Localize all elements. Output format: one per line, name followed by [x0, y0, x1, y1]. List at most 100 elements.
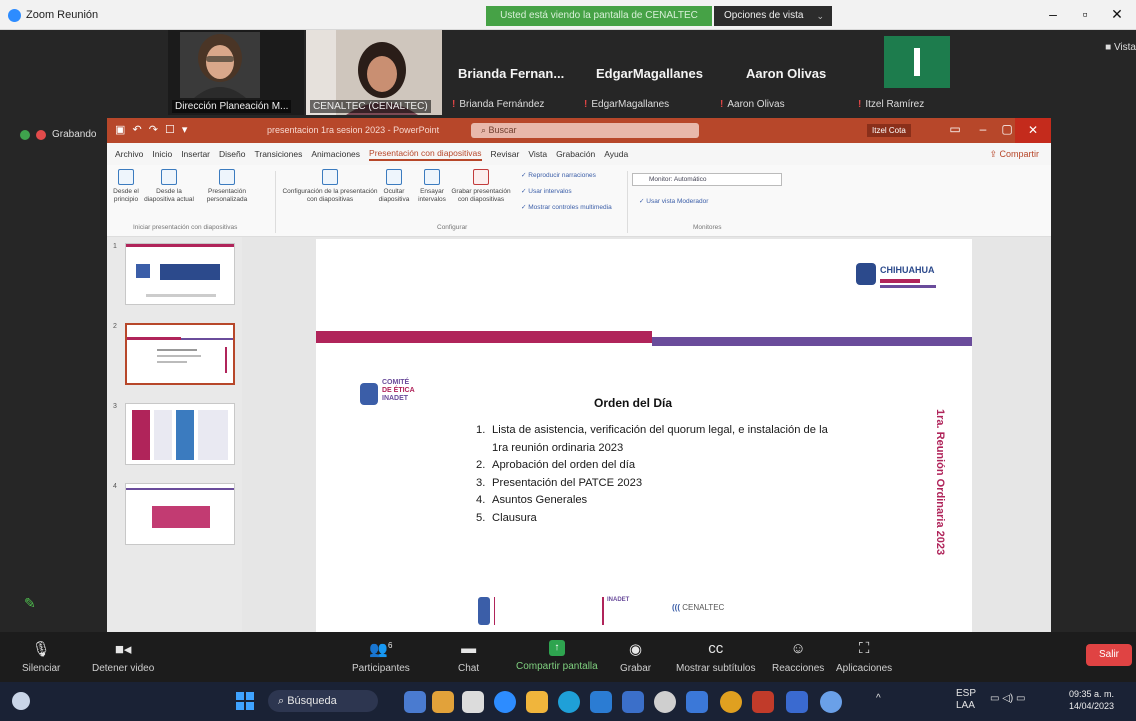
- mail-icon[interactable]: [590, 691, 612, 713]
- slide-thumbnail-4[interactable]: [125, 483, 235, 545]
- chat-button[interactable]: ▬ Chat: [458, 640, 479, 674]
- play-narrations-check[interactable]: ✓ Reproducir narraciones: [521, 171, 596, 179]
- tab-grabacion[interactable]: Grabación: [556, 149, 595, 159]
- ribbon-group-start: Iniciar presentación con diapositivas: [133, 224, 238, 231]
- participant-tile-1[interactable]: Dirección Planeación M...: [168, 30, 304, 115]
- tab-archivo[interactable]: Archivo: [115, 149, 143, 159]
- close-icon[interactable]: ✕: [1108, 6, 1126, 23]
- taskbar-app-icon[interactable]: [432, 691, 454, 713]
- participant-name: Dirección Planeación M...: [172, 100, 292, 113]
- gallery-view-button[interactable]: ■ Vista: [1105, 42, 1136, 53]
- apps-icon: ⛶: [858, 640, 870, 657]
- video-camera-icon: ■◂: [114, 641, 132, 658]
- reactions-button[interactable]: ☺ Reacciones: [772, 640, 824, 674]
- ppt-search-box[interactable]: ⌕ Buscar: [471, 123, 699, 138]
- tab-animaciones[interactable]: Animaciones: [311, 149, 360, 159]
- comite-line: DE ÉTICA: [382, 387, 415, 394]
- from-beginning-button[interactable]: Desde el principio: [109, 169, 143, 204]
- rehearse-timings-button[interactable]: Ensayar intervalos: [415, 169, 449, 204]
- fullscreen-icon[interactable]: ▫: [1076, 6, 1094, 22]
- muted-mic-icon: !: [452, 99, 456, 110]
- cenaltec-mark-icon: (((: [672, 603, 683, 612]
- chrome-browser-icon[interactable]: [720, 691, 742, 713]
- setup-slideshow-button[interactable]: Configuración de la presentación con dia…: [277, 169, 383, 204]
- windows-start-icon[interactable]: [236, 692, 254, 710]
- record-slideshow-button[interactable]: Grabar presentación con diapositivas: [449, 169, 513, 204]
- chihuahua-logo: CHIHUAHUA: [856, 257, 944, 297]
- taskbar-app-icon[interactable]: [786, 691, 808, 713]
- taskbar-app-icon[interactable]: [820, 691, 842, 713]
- minimize-icon[interactable]: –: [973, 122, 993, 136]
- edge-browser-icon[interactable]: [558, 691, 580, 713]
- monitor-select[interactable]: Monitor: Automático: [632, 173, 782, 186]
- maximize-icon[interactable]: ▢: [997, 122, 1017, 136]
- tab-inicio[interactable]: Inicio: [152, 149, 172, 159]
- tab-revisar[interactable]: Revisar: [491, 149, 520, 159]
- slide-editor: CHIHUAHUA COMITÉ DE ÉTICA INADET Orden d…: [242, 237, 1051, 632]
- participant-display-name: Brianda Fernan...: [458, 66, 565, 81]
- leave-button[interactable]: Salir: [1086, 644, 1132, 666]
- network-volume-icons[interactable]: ▭ ◁) ▭: [990, 693, 1025, 704]
- store-icon[interactable]: [686, 691, 708, 713]
- tab-ayuda[interactable]: Ayuda: [604, 149, 628, 159]
- comite-line: INADET: [382, 395, 409, 402]
- powerpoint-taskbar-icon[interactable]: [752, 691, 774, 713]
- tab-insertar[interactable]: Insertar: [181, 149, 210, 159]
- hide-slide-button[interactable]: Ocultar diapositiva: [377, 169, 411, 204]
- settings-icon[interactable]: [654, 691, 676, 713]
- ppt-close-icon[interactable]: ✕: [1015, 118, 1051, 143]
- weather-widget-icon[interactable]: [12, 692, 30, 710]
- taskbar-app-icon[interactable]: [622, 691, 644, 713]
- agenda-item: 4. Asuntos Generales: [476, 494, 588, 507]
- taskbar-app-icon[interactable]: [404, 691, 426, 713]
- from-current-slide-button[interactable]: Desde la diapositiva actual: [143, 169, 195, 204]
- minimize-icon[interactable]: –: [1044, 6, 1062, 22]
- file-explorer-icon[interactable]: [526, 691, 548, 713]
- participant-tile-2[interactable]: CENALTEC (CENALTEC): [306, 30, 442, 115]
- use-timings-check[interactable]: ✓ Usar intervalos: [521, 187, 572, 195]
- mute-button[interactable]: 🎙 Silenciar: [22, 640, 60, 674]
- current-slide[interactable]: CHIHUAHUA COMITÉ DE ÉTICA INADET Orden d…: [316, 239, 972, 632]
- share-screen-button[interactable]: ↑ Compartir pantalla: [516, 640, 598, 672]
- footer-logos: INADET ((( CENALTEC: [476, 597, 776, 631]
- view-options-button[interactable]: Opciones de vista ⌄: [714, 6, 832, 26]
- quick-access-toolbar[interactable]: ▣ ↶ ↷ ☐ ▾: [115, 123, 189, 136]
- tray-overflow-icon[interactable]: ^: [876, 693, 881, 704]
- comite-logo-icon: [360, 383, 378, 405]
- thumb-preview: [126, 244, 234, 297]
- stop-video-button[interactable]: ■◂ Detener video: [92, 640, 154, 674]
- tab-diseno[interactable]: Diseño: [219, 149, 245, 159]
- captions-button[interactable]: cc Mostrar subtítulos: [676, 640, 755, 674]
- show-media-controls-check[interactable]: ✓ Mostrar controles multimedia: [521, 203, 612, 211]
- tab-transiciones[interactable]: Transiciones: [254, 149, 302, 159]
- ppt-user-account[interactable]: Itzel Cota: [867, 124, 911, 137]
- thumb-number: 2: [113, 323, 117, 330]
- tab-vista[interactable]: Vista: [528, 149, 547, 159]
- taskbar-search[interactable]: ⌕ Búsqueda: [268, 690, 378, 712]
- record-button[interactable]: ◉ Grabar: [620, 640, 651, 674]
- record-icon: ◉: [629, 641, 643, 658]
- security-shield-icon: [20, 129, 30, 140]
- taskbar-app-icon[interactable]: [462, 691, 484, 713]
- initial-letter: [914, 48, 920, 76]
- agenda-item: 5. Clausura: [476, 511, 537, 524]
- custom-show-button[interactable]: Presentación personalizada: [197, 169, 257, 204]
- ribbon-display-icon[interactable]: ▭: [945, 122, 965, 136]
- participant-avatar-initial[interactable]: [884, 36, 950, 88]
- ppt-share-button[interactable]: ⇪ Compartir: [989, 149, 1039, 160]
- slide-thumbnail-1[interactable]: [125, 243, 235, 305]
- taskbar-clock[interactable]: 09:35 a. m. 14/04/2023: [1069, 688, 1114, 712]
- logo-stripe: [880, 279, 920, 283]
- slide-thumbnail-2[interactable]: [125, 323, 235, 385]
- thumb-number: 1: [113, 243, 117, 250]
- language-indicator[interactable]: ESP LAA: [956, 688, 976, 712]
- apps-button[interactable]: ⛶ Aplicaciones: [836, 640, 892, 674]
- slide-thumbnail-3[interactable]: [125, 403, 235, 465]
- participants-button[interactable]: 👥6 Participantes: [352, 640, 410, 674]
- participant-label-edgar: ! EdgarMagallanes: [584, 99, 670, 110]
- annotate-pencil-icon[interactable]: ✎: [24, 595, 36, 612]
- presenter-view-check[interactable]: ✓ Usar vista Moderador: [639, 197, 708, 205]
- tab-presentacion[interactable]: Presentación con diapositivas: [369, 148, 482, 161]
- zoom-taskbar-icon[interactable]: [494, 691, 516, 713]
- recording-indicator[interactable]: Grabando: [20, 129, 96, 140]
